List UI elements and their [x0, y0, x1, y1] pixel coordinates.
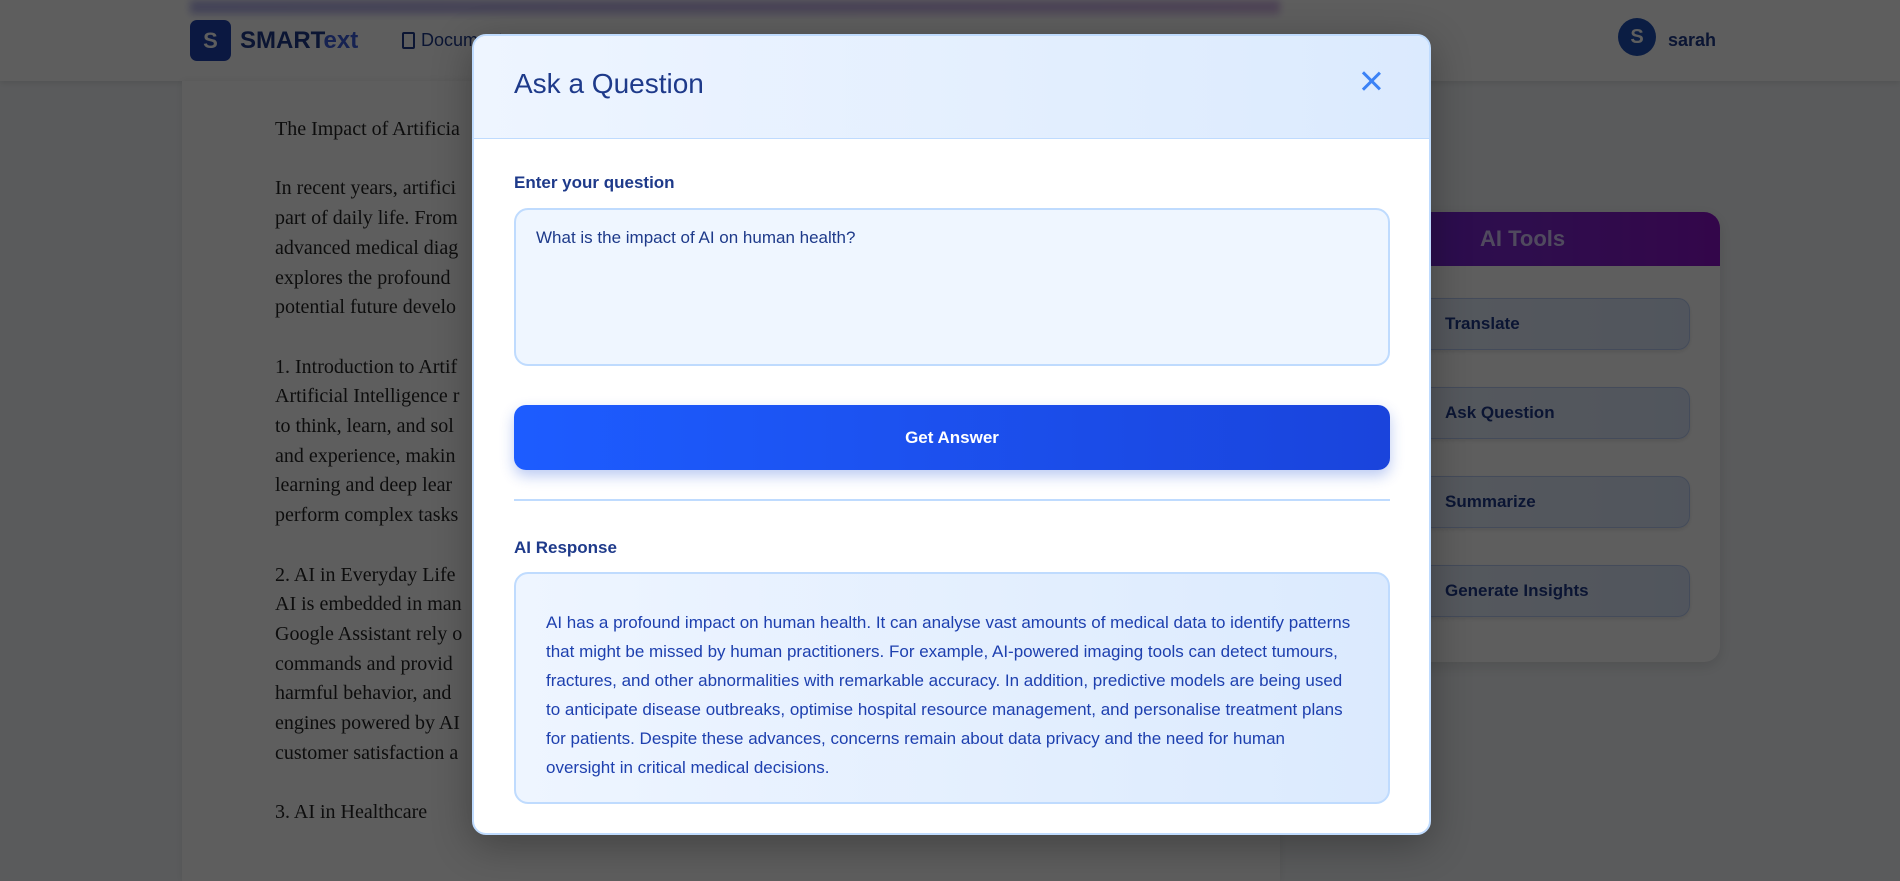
avatar[interactable]: S: [1618, 18, 1656, 56]
ask-question-modal: Ask a Question Enter your question What …: [472, 34, 1431, 835]
modal-title: Ask a Question: [514, 68, 704, 99]
brand-accent: ext: [323, 27, 359, 54]
ai-response-text: AI has a profound impact on human health…: [514, 572, 1390, 804]
brand-main: SMART: [240, 27, 324, 54]
response-label: AI Response: [514, 538, 617, 557]
logo-icon[interactable]: S: [190, 20, 231, 61]
document-text[interactable]: The Impact of Artificia In recent years,…: [275, 115, 462, 828]
brand-name[interactable]: SMARText: [240, 27, 358, 55]
get-answer-button[interactable]: Get Answer: [514, 405, 1390, 470]
question-input[interactable]: What is the impact of AI on human health…: [514, 208, 1390, 366]
header-glow: [190, 0, 1280, 14]
modal-header: Ask a Question: [474, 36, 1429, 139]
user-name[interactable]: sarah: [1668, 30, 1716, 51]
document-icon: [402, 32, 415, 49]
divider: [514, 499, 1390, 501]
question-label: Enter your question: [514, 173, 675, 192]
close-icon[interactable]: [1358, 68, 1384, 94]
